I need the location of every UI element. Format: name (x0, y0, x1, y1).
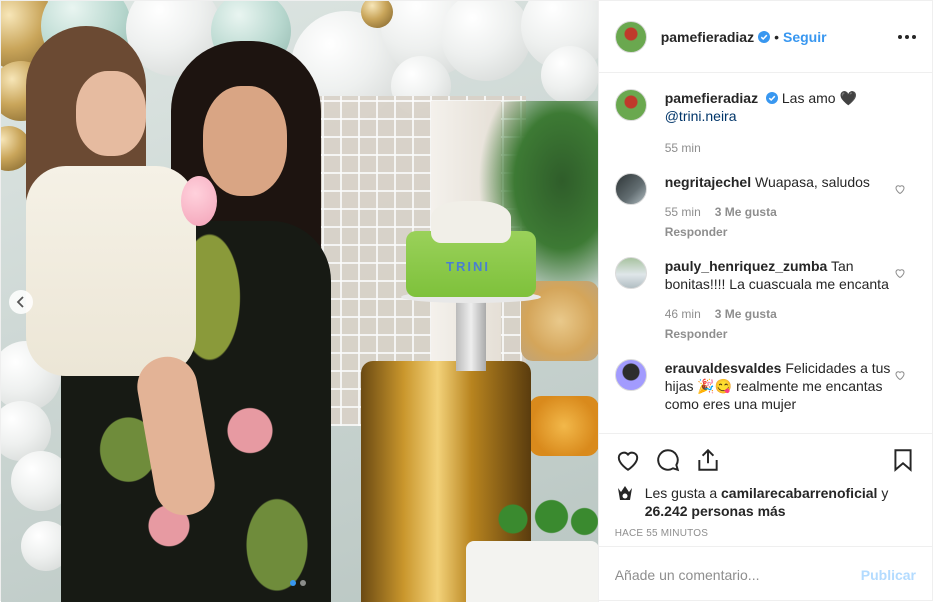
girl (6, 26, 226, 520)
avatar[interactable] (614, 257, 647, 289)
girl-dress (26, 166, 196, 376)
comment-text: Wuapasa, saludos (754, 174, 870, 190)
publish-button[interactable]: Publicar (861, 567, 916, 583)
heart-icon[interactable] (894, 183, 906, 195)
carousel-prev-button[interactable] (9, 290, 33, 314)
post-actions: Les gusta a camilarecabarrenoficial y 26… (598, 433, 932, 539)
heart-icon[interactable] (615, 447, 641, 473)
likes-count[interactable]: 26.242 personas más (645, 503, 786, 519)
likes-prefix: Les gusta a (644, 485, 718, 501)
balloon (441, 1, 531, 81)
comment: negritajechel Wuapasa, saludos 55 min 3 M… (614, 173, 916, 241)
avatar[interactable] (614, 20, 647, 53)
post-time: HACE 55 MINUTOS (614, 528, 709, 539)
likes-conj: y (881, 485, 889, 501)
post-header: pamefieradiaz • Seguir (598, 1, 932, 73)
username[interactable]: pamefieradiaz (661, 29, 754, 45)
toy (181, 176, 217, 226)
comment-likes[interactable]: 3 Me gusta (715, 305, 777, 323)
share-icon[interactable] (695, 447, 721, 473)
girl-legs (132, 352, 220, 520)
carousel-dots (290, 580, 306, 586)
separator: • (774, 28, 779, 45)
balloon (541, 46, 598, 104)
liker-username[interactable]: camilarecabarrenoficial (721, 485, 877, 501)
likes-summary: Les gusta a camilarecabarrenoficial y 26… (615, 484, 916, 520)
instagram-post: TRINI pamefieradiaz • Seguir pamefieradi… (0, 0, 933, 602)
add-comment-bar: Publicar (598, 546, 932, 602)
cake-stand (456, 301, 486, 371)
comment-time: 55 min (664, 205, 701, 219)
reply-button[interactable]: Responder (665, 223, 895, 241)
comment-time: 46 min (664, 307, 701, 321)
avatar[interactable] (614, 359, 647, 391)
comment-username[interactable]: erauvaldesvaldes (665, 360, 782, 376)
comment-icon[interactable] (655, 447, 681, 473)
caption: pamefieradiaz Las amo 🖤 @trini.neira 55 … (614, 89, 916, 157)
caption-text: Las amo 🖤 (781, 90, 857, 106)
comments-list[interactable]: pamefieradiaz Las amo 🖤 @trini.neira 55 … (599, 73, 932, 433)
carousel-dot (300, 580, 306, 586)
comment-username[interactable]: pauly_henriquez_zumba (665, 258, 828, 274)
bookmark-icon[interactable] (890, 447, 916, 473)
reply-button[interactable]: Responder (665, 325, 895, 343)
post-photo[interactable]: TRINI (1, 1, 598, 602)
comment-username[interactable]: negritajechel (665, 174, 751, 190)
cake-topper (431, 201, 511, 243)
heart-icon[interactable] (894, 267, 906, 279)
verified-icon (765, 92, 778, 104)
caption-username[interactable]: pamefieradiaz (665, 90, 758, 106)
more-icon[interactable] (898, 34, 916, 39)
snack-jar (529, 396, 598, 456)
follow-button[interactable]: Seguir (783, 29, 827, 45)
caption-time: 55 min (664, 141, 701, 155)
avatar[interactable] (614, 173, 647, 205)
comment: pauly_henriquez_zumba Tan bonitas!!!! La… (614, 257, 916, 343)
comment: erauvaldesvaldes Felicidades a tus hijas… (614, 359, 916, 413)
caption-mention[interactable]: @trini.neira (665, 107, 895, 125)
comment-likes[interactable]: 3 Me gusta (715, 203, 777, 221)
cake-text: TRINI (446, 259, 490, 274)
second-cake (466, 541, 598, 602)
avatar[interactable] (614, 89, 647, 121)
heart-icon[interactable] (894, 369, 906, 381)
verified-icon (758, 30, 771, 43)
chevron-left-icon (16, 296, 24, 308)
post-side-panel: pamefieradiaz • Seguir pamefieradiaz Las… (597, 1, 932, 602)
liker-avatar-icon[interactable] (615, 484, 635, 504)
action-icons (615, 442, 916, 478)
carousel-dot (290, 580, 296, 586)
comment-input[interactable] (614, 566, 861, 583)
girl-face (76, 71, 146, 156)
